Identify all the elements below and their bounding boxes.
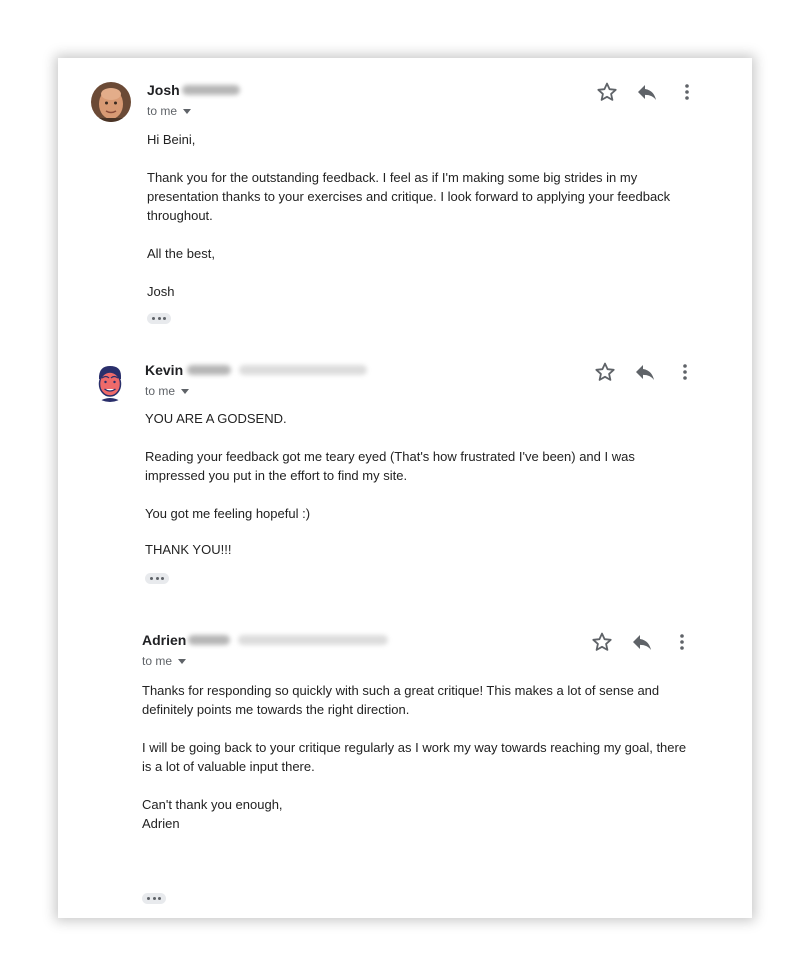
more-options-icon[interactable]	[675, 80, 699, 104]
redacted-sender-email	[239, 364, 368, 375]
star-icon[interactable]	[593, 360, 617, 384]
body-paragraph: Josh	[147, 284, 175, 299]
show-trimmed-content-button[interactable]	[147, 313, 171, 324]
body-paragraph: You got me feeling hopeful :)	[145, 506, 311, 521]
body-paragraph: Thank you for the outstanding feedback. …	[147, 170, 671, 223]
body-paragraph: Can't thank you enough, Adrien	[142, 797, 283, 831]
message-actions	[589, 630, 695, 654]
sender-name[interactable]: Adrien	[142, 632, 186, 648]
body-paragraph: All the best,	[147, 246, 215, 261]
body-paragraph: Hi Beini,	[147, 132, 196, 147]
recipient-label[interactable]: to me	[142, 654, 172, 668]
redacted-sender-surname	[187, 364, 232, 375]
show-trimmed-content-button[interactable]	[145, 573, 169, 584]
sender[interactable]: Adrien	[142, 631, 389, 651]
reply-icon[interactable]	[630, 630, 654, 654]
sender[interactable]: Josh	[147, 81, 240, 101]
message-adrien: Adrien to me Thanks for responding so qu…	[58, 608, 752, 918]
recipient-details[interactable]: to me	[147, 104, 192, 118]
message-body: Hi Beini, Thank you for the outstanding …	[147, 130, 692, 320]
body-paragraph: Reading your feedback got me teary eyed …	[145, 449, 635, 483]
recipient-label[interactable]: to me	[145, 384, 175, 398]
message-josh: Josh to me Hi Beini, Thank you for the o…	[58, 58, 752, 338]
show-trimmed-content-button[interactable]	[142, 893, 166, 904]
sender-name[interactable]: Kevin	[145, 362, 183, 378]
message-actions	[592, 360, 698, 384]
caret-down-icon[interactable]	[181, 389, 190, 395]
recipient-details[interactable]: to me	[145, 384, 190, 398]
message-body: YOU ARE A GODSEND. Reading your feedback…	[145, 409, 690, 578]
more-options-icon[interactable]	[673, 360, 697, 384]
body-paragraph: THANK YOU!!!	[145, 542, 232, 557]
recipient-label[interactable]: to me	[147, 104, 177, 118]
sender[interactable]: Kevin	[145, 361, 368, 381]
reply-icon[interactable]	[635, 80, 659, 104]
avatar[interactable]	[91, 82, 131, 122]
reply-icon[interactable]	[633, 360, 657, 384]
email-thread: Josh to me Hi Beini, Thank you for the o…	[58, 58, 752, 918]
star-icon[interactable]	[595, 80, 619, 104]
message-actions	[594, 80, 700, 104]
redacted-sender-surname	[188, 634, 231, 645]
message-kevin: Kevin to me YOU ARE A GODSEND. Reading y…	[58, 338, 752, 608]
avatar[interactable]	[90, 362, 130, 402]
recipient-details[interactable]: to me	[142, 654, 187, 668]
body-paragraph: I will be going back to your critique re…	[142, 740, 687, 774]
body-paragraph: Thanks for responding so quickly with su…	[142, 683, 660, 717]
redacted-sender-email	[238, 634, 389, 645]
star-icon[interactable]	[590, 630, 614, 654]
more-options-icon[interactable]	[670, 630, 694, 654]
body-paragraph: YOU ARE A GODSEND.	[145, 411, 287, 426]
caret-down-icon[interactable]	[183, 109, 192, 115]
sender-name[interactable]: Josh	[147, 82, 180, 98]
caret-down-icon[interactable]	[178, 659, 187, 665]
redacted-sender-surname	[181, 84, 240, 95]
message-body: Thanks for responding so quickly with su…	[142, 681, 687, 852]
